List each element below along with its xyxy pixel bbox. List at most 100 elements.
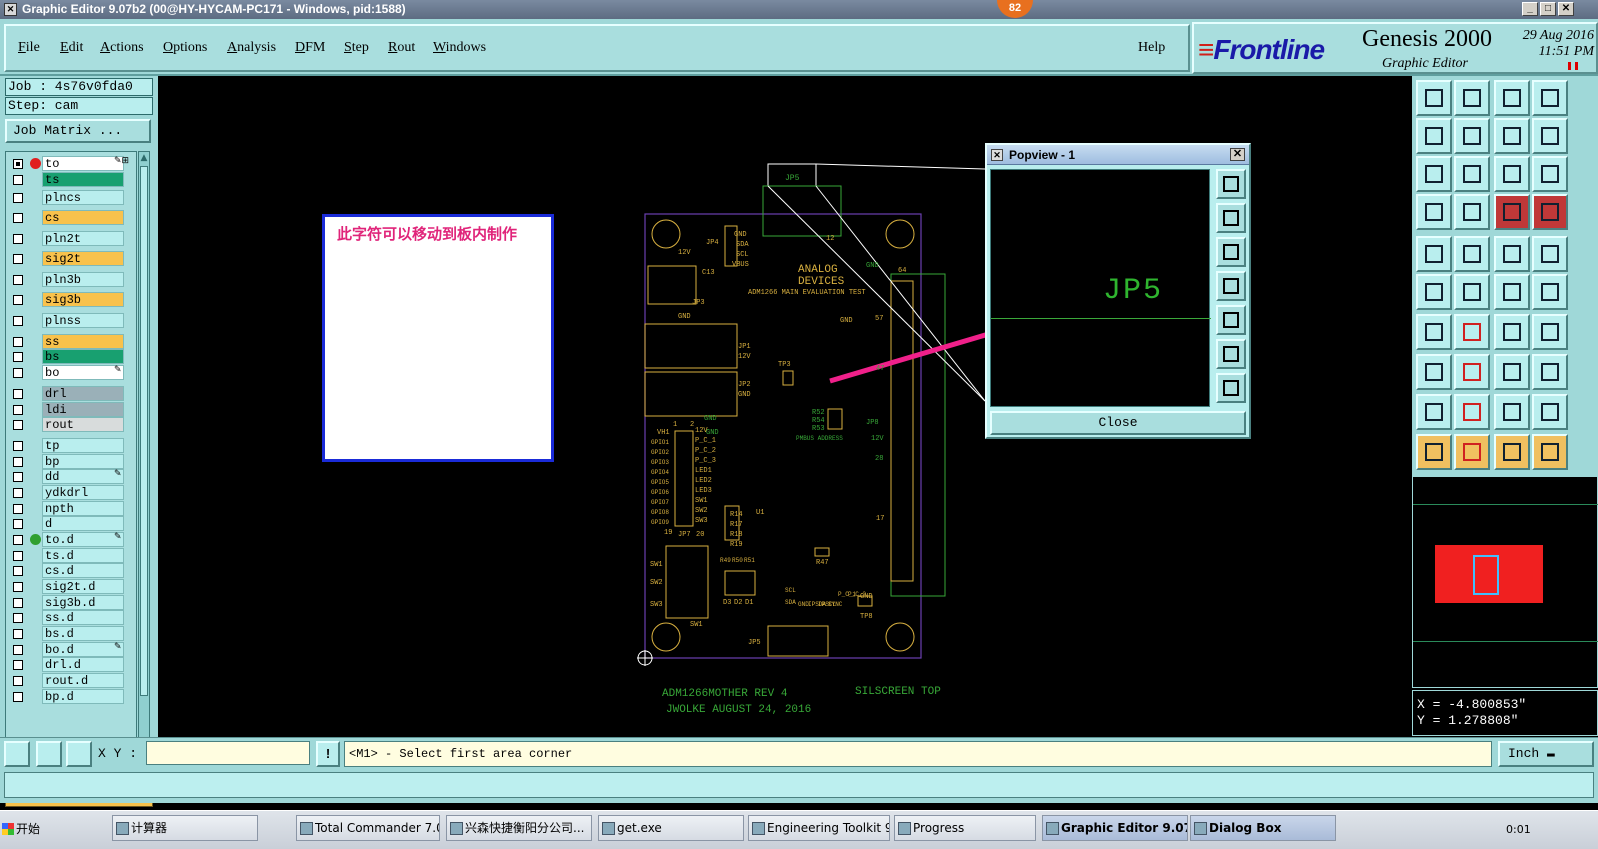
menu-options[interactable]: Options xyxy=(163,40,207,56)
layer-row[interactable]: cs xyxy=(6,210,138,225)
task-total-commander[interactable]: Total Commander 7.0 ... xyxy=(296,815,440,841)
popview-zoom-in-button[interactable] xyxy=(1216,339,1246,369)
layer-checkbox[interactable] xyxy=(13,337,23,347)
pointer-multi-icon[interactable] xyxy=(1532,434,1568,470)
layer-checkbox[interactable] xyxy=(13,405,23,415)
popview-titlebar[interactable]: ✕ Popview - 1 ✕ xyxy=(987,145,1249,165)
layer-row[interactable]: pln2t xyxy=(6,231,138,246)
grid-mode-icon[interactable] xyxy=(66,741,92,767)
layer-row[interactable]: sig3b.d xyxy=(6,595,138,610)
pointer-box-icon[interactable] xyxy=(1454,434,1490,470)
layer-checkbox[interactable] xyxy=(13,316,23,326)
start-button[interactable]: 开始 xyxy=(0,815,46,843)
popview-close-button[interactable]: Close xyxy=(990,411,1246,435)
layer-checkbox[interactable] xyxy=(13,629,23,639)
one-to-two-icon[interactable] xyxy=(1494,156,1530,192)
snake-icon[interactable] xyxy=(1532,118,1568,154)
layer-row[interactable]: to.d ✎ xyxy=(6,532,138,547)
close-window-button[interactable]: ✕ xyxy=(1558,2,1574,16)
layer-name[interactable]: sig3b xyxy=(42,292,124,307)
layer-name[interactable]: sig2t.d xyxy=(42,579,124,594)
layer-name[interactable]: cs.d xyxy=(42,563,124,578)
angle-icon[interactable] xyxy=(1416,314,1452,350)
layer-checkbox[interactable] xyxy=(13,692,23,702)
layer-name[interactable]: dd xyxy=(42,469,124,484)
layer-row[interactable]: rout.d xyxy=(6,673,138,688)
help-icon[interactable] xyxy=(1532,156,1568,192)
select-icon[interactable] xyxy=(1416,236,1452,272)
dot-icon[interactable] xyxy=(1532,236,1568,272)
job-matrix-button[interactable]: Job Matrix ... xyxy=(5,119,151,143)
layer-checkbox[interactable] xyxy=(13,420,23,430)
layer-checkbox[interactable] xyxy=(13,551,23,561)
layer-name[interactable]: drl.d xyxy=(42,657,124,672)
layer-name[interactable]: d xyxy=(42,516,124,531)
layer-checkbox[interactable] xyxy=(13,566,23,576)
menu-dfm[interactable]: DFM xyxy=(295,40,325,56)
ruler-icon[interactable] xyxy=(1494,236,1530,272)
popview-pan-left-button[interactable] xyxy=(1216,271,1246,301)
layer-row[interactable]: sig2t xyxy=(6,251,138,266)
pad-icon[interactable] xyxy=(1532,314,1568,350)
task-calculator[interactable]: 计算器 xyxy=(112,815,258,841)
layer-row[interactable]: bs xyxy=(6,349,138,364)
layer-checkbox[interactable] xyxy=(13,175,23,185)
layer-name[interactable]: ss.d xyxy=(42,610,124,625)
cut-icon[interactable] xyxy=(1454,236,1490,272)
popview-zoom-fit-button[interactable] xyxy=(1216,169,1246,199)
triangle-icon[interactable] xyxy=(1494,394,1530,430)
layer-row[interactable]: ldi xyxy=(6,402,138,417)
layer-name[interactable]: ss xyxy=(42,334,124,349)
grid-icon[interactable] xyxy=(1454,194,1490,230)
layer-name[interactable]: ldi xyxy=(42,402,124,417)
layer-row[interactable]: drl.d xyxy=(6,657,138,672)
layer-name[interactable]: npth xyxy=(42,501,124,516)
triangle2-icon[interactable] xyxy=(1532,394,1568,430)
layer-name[interactable]: ts xyxy=(42,172,124,187)
layer-row[interactable]: pln3b xyxy=(6,272,138,287)
layer-checkbox[interactable] xyxy=(13,676,23,686)
layer-checkbox[interactable] xyxy=(13,254,23,264)
layer-row[interactable]: bo.d ✎ xyxy=(6,642,138,657)
layer-name[interactable]: bp.d xyxy=(42,689,124,704)
undo-icon[interactable] xyxy=(1494,314,1530,350)
popview-pan-up-button[interactable] xyxy=(1216,203,1246,233)
layer-row[interactable]: bs.d xyxy=(6,626,138,641)
layer-checkbox[interactable] xyxy=(13,519,23,529)
layer-name[interactable]: ts.d xyxy=(42,548,124,563)
delta-icon[interactable] xyxy=(1416,394,1452,430)
layer-checkbox[interactable] xyxy=(13,193,23,203)
layer-name[interactable]: rout xyxy=(42,417,124,432)
layer-checkbox[interactable] xyxy=(13,389,23,399)
layer-row[interactable]: d xyxy=(6,516,138,531)
menu-windows[interactable]: Windows xyxy=(433,40,486,56)
layer-row[interactable]: ydkdrl xyxy=(6,485,138,500)
open-icon[interactable] xyxy=(1416,80,1452,116)
add-pad-icon[interactable] xyxy=(1416,354,1452,390)
layer-name[interactable]: bs xyxy=(42,349,124,364)
layer-name[interactable]: drl xyxy=(42,386,124,401)
task-get-exe[interactable]: get.exe xyxy=(598,815,744,841)
pointer-frame-icon[interactable] xyxy=(1494,434,1530,470)
layer-scrollbar[interactable]: ▲ ▼ xyxy=(138,151,150,785)
layer-name[interactable]: sig2t xyxy=(42,251,124,266)
layer-name[interactable]: plncs xyxy=(42,190,124,205)
overview-viewport-box[interactable] xyxy=(1473,555,1499,595)
layer-checkbox[interactable] xyxy=(13,488,23,498)
layer-name[interactable]: pln3b xyxy=(42,272,124,287)
note-textbox[interactable]: 此字符可以移动到板内制作 xyxy=(322,214,554,462)
xy-input[interactable] xyxy=(146,741,310,765)
task-xinsen[interactable]: 兴森快捷衡阳分公司... xyxy=(446,815,592,841)
delta2-icon[interactable] xyxy=(1454,394,1490,430)
task-graphic-editor[interactable]: Graphic Editor 9.07b... xyxy=(1042,815,1188,841)
layer-name[interactable]: ydkdrl xyxy=(42,485,124,500)
layer-checkbox[interactable] xyxy=(13,472,23,482)
layer-checkbox[interactable] xyxy=(13,645,23,655)
popview-zoom-out-button[interactable] xyxy=(1216,373,1246,403)
layer-name[interactable]: pln2t xyxy=(42,231,124,246)
fit2-icon[interactable] xyxy=(1494,354,1530,390)
layer-name[interactable]: plnss xyxy=(42,313,124,328)
layer-name[interactable]: cs xyxy=(42,210,124,225)
layer-checkbox[interactable] xyxy=(13,295,23,305)
unit-select[interactable]: Inch ▬ xyxy=(1498,741,1594,767)
